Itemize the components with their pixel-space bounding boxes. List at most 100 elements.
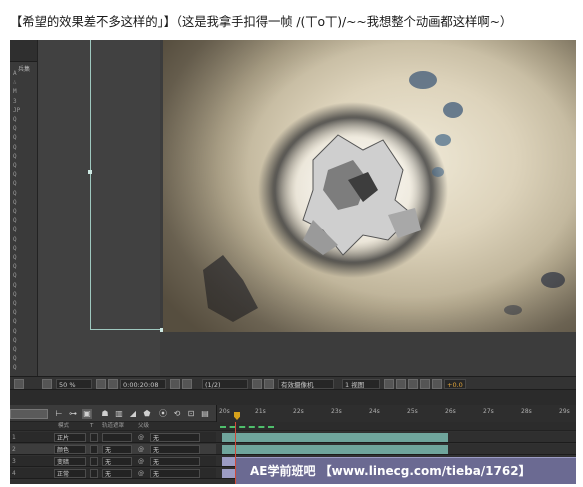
exposure-value[interactable]: +0.0 xyxy=(444,379,466,389)
layer-row[interactable]: 4 正常 无 @ 无 xyxy=(10,468,216,479)
flowchart-icon[interactable] xyxy=(420,379,430,389)
layer-duration-bar[interactable] xyxy=(222,433,448,442)
solo-icon[interactable]: ⊶ xyxy=(68,409,78,419)
layer-row[interactable]: 1 正片 @ 无 xyxy=(10,432,216,443)
project-item-icon[interactable]: Q xyxy=(13,272,35,280)
project-item-icon[interactable]: Q xyxy=(13,208,35,216)
current-time-display[interactable]: 0:00:20:08 xyxy=(120,379,166,389)
motion-blur-icon[interactable]: ◢ xyxy=(128,409,138,419)
project-item-icon[interactable]: M xyxy=(13,88,35,96)
toggle-pixel-aspect-icon[interactable] xyxy=(384,379,394,389)
work-area-bar[interactable] xyxy=(216,422,576,431)
timeline-search-input[interactable] xyxy=(10,409,48,419)
pickwhip-icon[interactable]: @ xyxy=(138,433,144,442)
preserve-transparency-toggle[interactable] xyxy=(90,469,98,478)
grid-icon[interactable] xyxy=(42,379,52,389)
project-item-icon[interactable]: Q xyxy=(13,254,35,262)
comp-mini-flowchart-icon[interactable]: ⊢ xyxy=(54,409,64,419)
column-header-parent[interactable]: 父级 xyxy=(138,422,149,431)
preserve-transparency-toggle[interactable] xyxy=(90,433,98,442)
camera-view-select[interactable]: 有效摄像机 xyxy=(278,379,334,389)
parent-select[interactable]: 无 xyxy=(150,445,200,454)
project-item-icon[interactable]: A xyxy=(13,70,35,78)
project-item-icon[interactable]: Q xyxy=(13,291,35,299)
view-layout-select[interactable]: 1 视图 xyxy=(342,379,380,389)
preserve-transparency-toggle[interactable] xyxy=(90,457,98,466)
parent-select[interactable]: 无 xyxy=(150,457,200,466)
project-item-icon[interactable]: 3 xyxy=(13,98,35,106)
brainstorm-icon[interactable]: ⬟ xyxy=(142,409,152,419)
project-item-icon[interactable]: Q xyxy=(13,245,35,253)
project-item-icon[interactable]: ∴ xyxy=(13,79,35,87)
preserve-transparency-toggle[interactable] xyxy=(90,445,98,454)
project-item-icon[interactable]: Q xyxy=(13,236,35,244)
column-header-t[interactable]: T xyxy=(90,422,93,431)
track-matte-select[interactable]: 无 xyxy=(102,445,132,454)
playhead-handle[interactable] xyxy=(234,412,240,420)
layer-duration-bar[interactable] xyxy=(222,445,448,454)
layer-row[interactable]: 3 变暗 无 @ 无 xyxy=(10,456,216,467)
parent-select[interactable]: 无 xyxy=(150,433,200,442)
project-item-icon[interactable]: Q xyxy=(13,300,35,308)
project-item-icon[interactable]: Q xyxy=(13,337,35,345)
layer-bounding-box[interactable] xyxy=(90,40,162,330)
always-preview-icon[interactable] xyxy=(14,379,24,389)
blend-mode-select[interactable]: 正片 xyxy=(54,433,86,442)
parent-select[interactable]: 无 xyxy=(150,469,200,478)
project-item-icon[interactable]: Q xyxy=(13,199,35,207)
project-item-icon[interactable]: JP xyxy=(13,107,35,115)
live-update-icon[interactable]: ⊡ xyxy=(186,409,196,419)
resolution-select[interactable]: (1/2) xyxy=(202,379,248,389)
project-item-icon[interactable]: Q xyxy=(13,153,35,161)
column-header-mode[interactable]: 模式 xyxy=(58,422,69,431)
project-item-icon[interactable]: Q xyxy=(13,125,35,133)
show-channel-icon[interactable] xyxy=(182,379,192,389)
pickwhip-icon[interactable]: @ xyxy=(138,457,144,466)
composition-viewer[interactable] xyxy=(38,40,576,376)
region-of-interest-icon[interactable] xyxy=(252,379,262,389)
project-item-icon[interactable]: Q xyxy=(13,282,35,290)
project-item-icon[interactable]: Q xyxy=(13,217,35,225)
work-area-range[interactable] xyxy=(220,426,274,428)
project-item-icon[interactable]: Q xyxy=(13,171,35,179)
frame-blending-icon[interactable]: ▥ xyxy=(114,409,124,419)
camera-snapshot-icon[interactable] xyxy=(170,379,180,389)
project-item-icon[interactable]: Q xyxy=(13,116,35,124)
project-item-icon[interactable]: Q xyxy=(13,364,35,372)
zoom-select[interactable]: 50 % xyxy=(56,379,92,389)
layer-row[interactable]: 2 颜色 无 @ 无 xyxy=(10,444,216,455)
track-matte-select[interactable]: 无 xyxy=(102,457,132,466)
project-item-icon[interactable]: Q xyxy=(13,134,35,142)
project-item-icon[interactable]: Q xyxy=(13,309,35,317)
project-item-icon[interactable]: Q xyxy=(13,190,35,198)
blend-mode-select[interactable]: 正常 xyxy=(54,469,86,478)
project-item-icon[interactable]: Q xyxy=(13,318,35,326)
composition-settings-icon[interactable]: ▤ xyxy=(200,409,210,419)
project-item-icon[interactable]: Q xyxy=(13,180,35,188)
graph-editor-icon[interactable]: ⦿ xyxy=(158,409,168,419)
project-item-icon[interactable]: Q xyxy=(13,226,35,234)
blend-mode-select[interactable]: 变暗 xyxy=(54,457,86,466)
project-item-icon[interactable]: Q xyxy=(13,328,35,336)
transparency-grid-icon[interactable] xyxy=(264,379,274,389)
blend-mode-select[interactable]: 颜色 xyxy=(54,445,86,454)
safe-zones-icon[interactable] xyxy=(96,379,106,389)
column-header-trkmat[interactable]: 轨道遮罩 xyxy=(102,422,124,431)
pickwhip-icon[interactable]: @ xyxy=(138,445,144,454)
time-ruler[interactable]: 20s 21s 22s 23s 24s 25s 26s 27s 28s 29s xyxy=(216,405,576,422)
project-item-icon[interactable]: Q xyxy=(13,355,35,363)
draft-3d-icon[interactable]: ▣ xyxy=(82,409,92,419)
project-item-icon[interactable]: Q xyxy=(13,263,35,271)
mask-visibility-icon[interactable] xyxy=(108,379,118,389)
project-item-icon[interactable]: Q xyxy=(13,346,35,354)
track-matte-select[interactable]: 无 xyxy=(102,469,132,478)
track-matte-select[interactable] xyxy=(102,433,132,442)
transform-handle[interactable] xyxy=(88,170,92,174)
timeline-link-icon[interactable] xyxy=(408,379,418,389)
pickwhip-icon[interactable]: @ xyxy=(138,469,144,478)
auto-keyframe-icon[interactable]: ⟲ xyxy=(172,409,182,419)
project-item-icon[interactable]: Q xyxy=(13,162,35,170)
project-item-icon[interactable]: Q xyxy=(13,144,35,152)
exposure-reset-icon[interactable] xyxy=(432,379,442,389)
shy-icon[interactable]: ☗ xyxy=(100,409,110,419)
